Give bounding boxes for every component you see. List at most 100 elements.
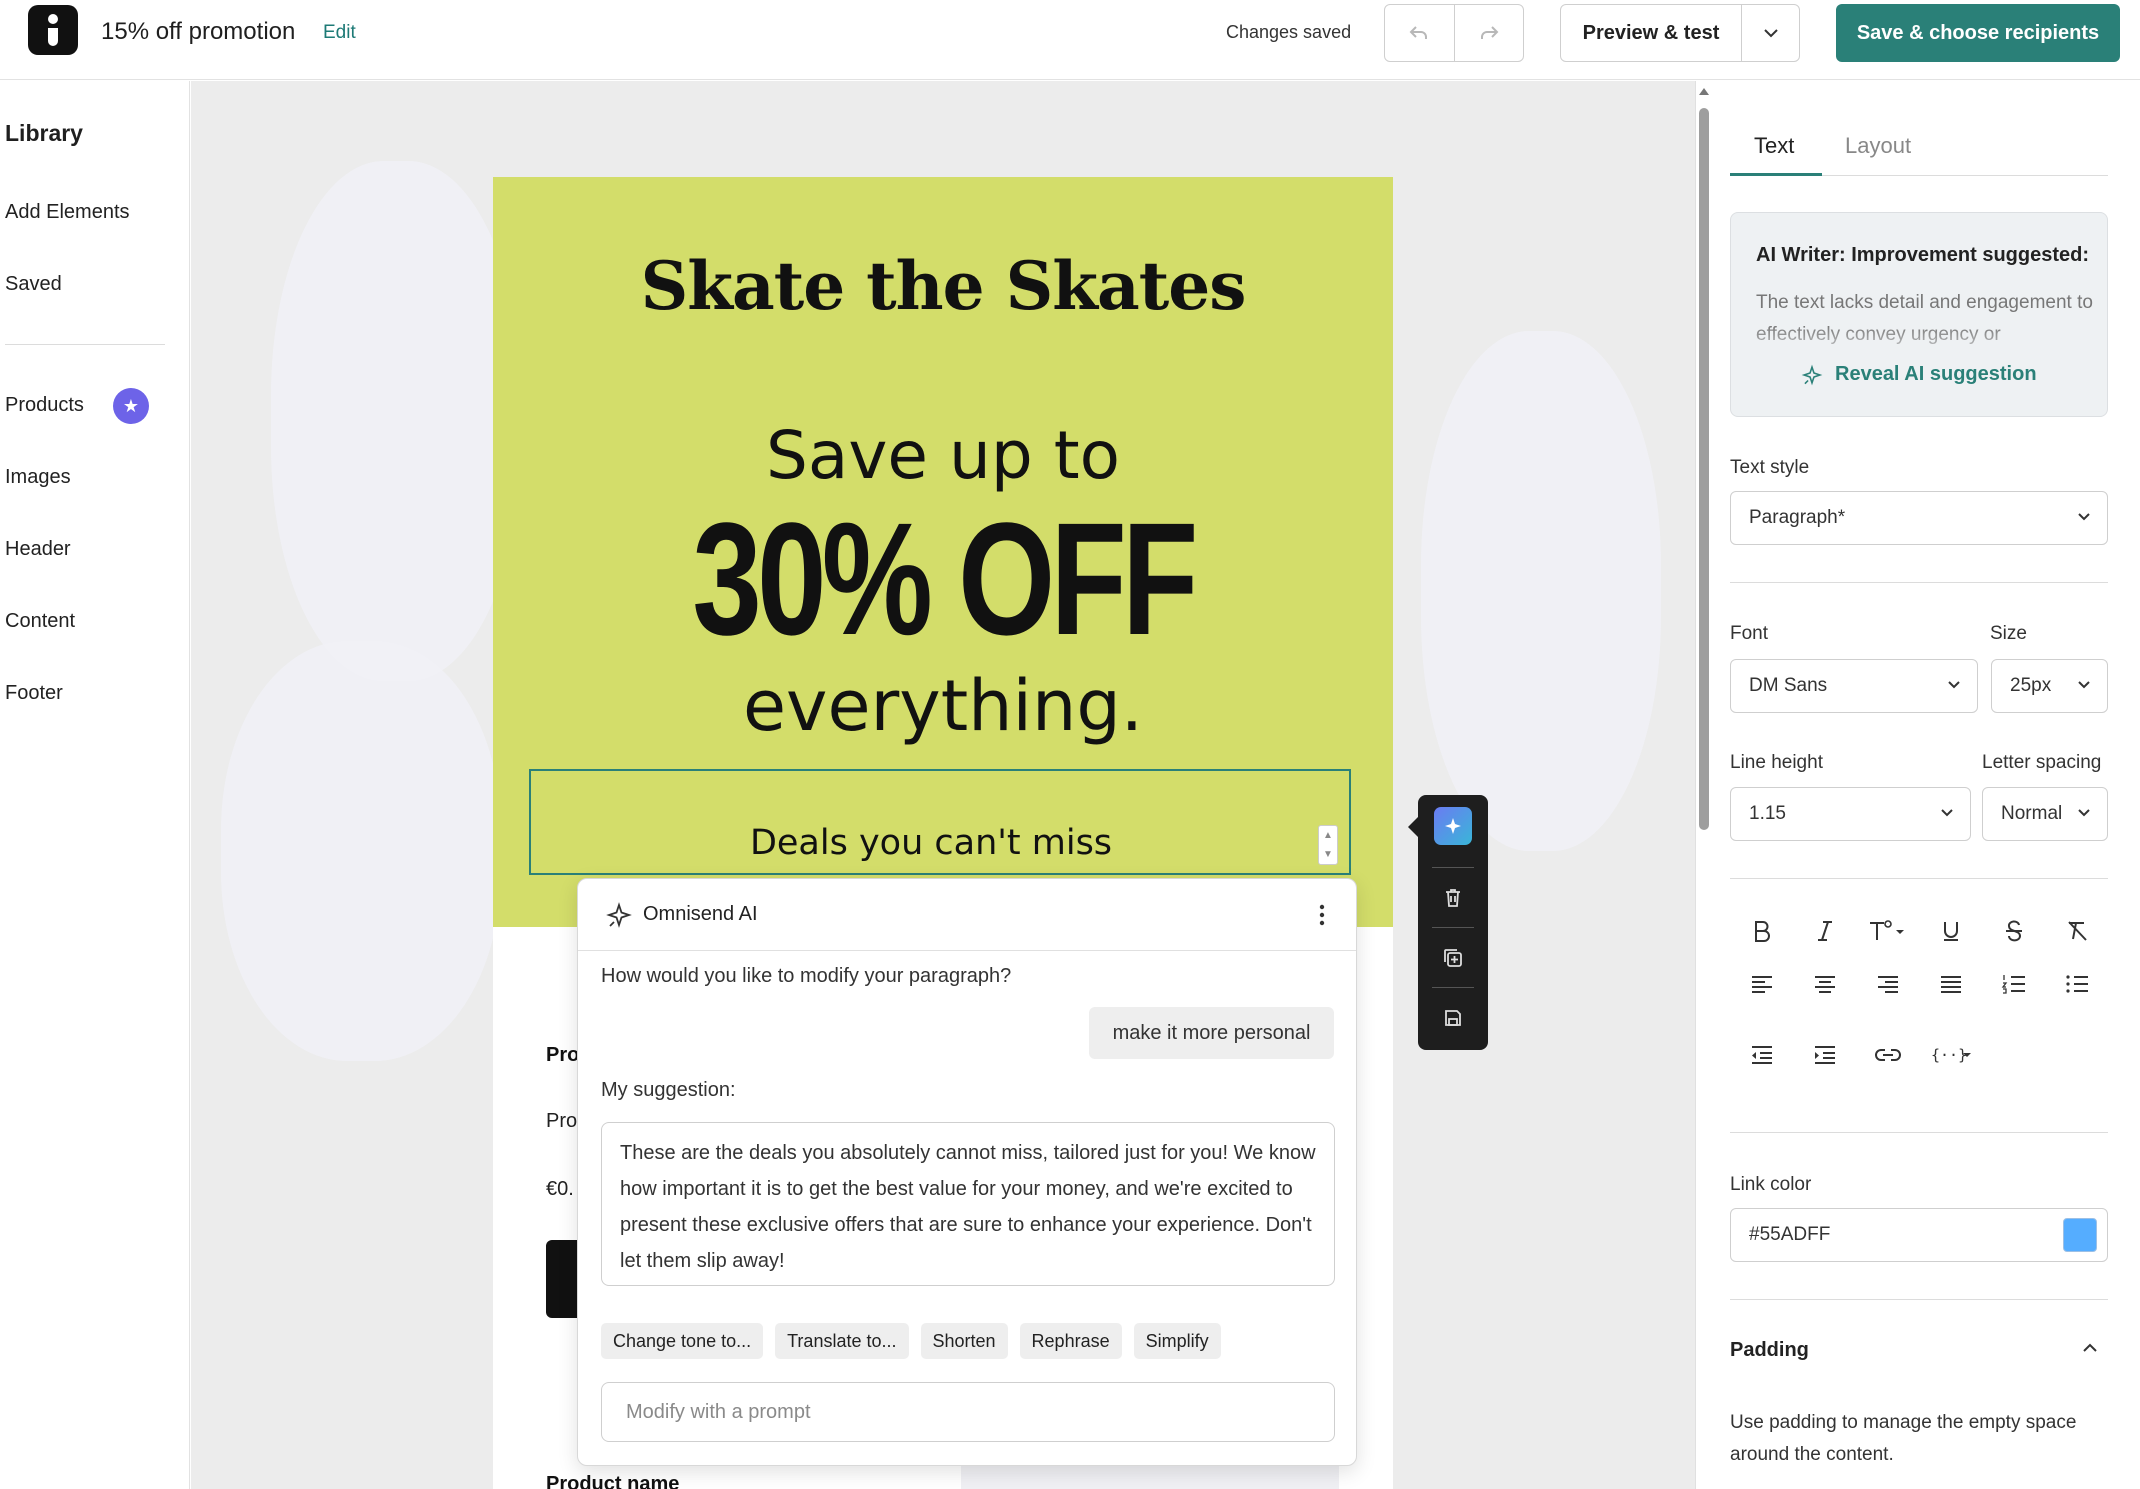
size-select[interactable]: 25px [1991,659,2108,713]
library-sidebar: Library Add Elements Saved Products ★ Im… [0,81,190,1489]
toolbar-divider [1432,927,1474,928]
change-tone-chip[interactable]: Change tone to... [601,1323,764,1359]
user-prompt-bubble: make it more personal [1089,1007,1334,1059]
preview-options-button[interactable] [1741,5,1799,61]
duplicate-block-button[interactable] [1433,938,1473,978]
more-options-icon[interactable] [1318,903,1326,927]
canvas-scrollbar-thumb[interactable] [1699,108,1709,830]
delete-block-button[interactable] [1433,878,1473,918]
paragraph-scroll-icon[interactable]: ▲ ▼ [1318,825,1338,865]
tab-layout[interactable]: Layout [1845,133,1911,159]
preview-test-button[interactable]: Preview & test [1561,5,1741,61]
hero-section[interactable]: Skate the Skates Save up to 30% OFF ever… [493,177,1393,927]
prompt-input[interactable] [601,1382,1335,1442]
campaign-title: 15% off promotion [101,18,296,45]
product-description[interactable]: Pro [546,1110,577,1133]
italic-button[interactable] [1793,911,1856,951]
strikethrough-button[interactable] [1982,911,2045,951]
clear-format-button[interactable] [2045,911,2108,951]
edit-title-link[interactable]: Edit [323,22,356,44]
link-color-input[interactable]: #55ADFF [1730,1208,2108,1262]
top-bar: 15% off promotion Edit Changes saved Pre… [0,0,2140,80]
sidebar-item-header[interactable]: Header [5,538,71,561]
align-center-button[interactable] [1793,964,1856,1004]
duplicate-icon [1444,949,1462,967]
hero-discount[interactable]: 30% OFF [592,499,1294,659]
underline-button[interactable] [1919,911,1982,951]
font-label: Font [1730,623,1769,644]
bold-button[interactable] [1730,911,1793,951]
letter-spacing-label: Letter spacing [1982,752,2102,773]
redo-button[interactable] [1453,5,1524,61]
ai-suggestion-text[interactable]: These are the deals you absolutely canno… [601,1122,1335,1286]
ai-assist-button[interactable] [1433,806,1473,846]
background-decoration [221,641,501,1061]
logo-stem [48,28,58,46]
tab-text[interactable]: Text [1754,133,1794,159]
strikethrough-icon [2005,920,2022,942]
outdent-button[interactable] [1730,1035,1793,1075]
ordered-list-icon [2001,975,2025,994]
omnisend-ai-panel: Omnisend AI How would you like to modify… [577,878,1357,1466]
scroll-up-arrow-icon[interactable] [1699,88,1709,95]
sidebar-item-footer[interactable]: Footer [5,682,63,705]
link-color-label: Link color [1730,1174,1812,1195]
product-name[interactable]: Product name [546,1473,679,1489]
selected-paragraph-block[interactable]: Deals you can't miss ▲ ▼ [529,769,1351,875]
letter-spacing-value: Normal [2001,803,2063,824]
hero-everything[interactable]: everything. [493,665,1393,747]
align-right-button[interactable] [1856,964,1919,1004]
link-color-swatch[interactable] [2063,1218,2097,1252]
letter-spacing-select[interactable]: Normal [1982,787,2108,841]
hero-title[interactable]: Skate the Skates [493,247,1393,325]
chevron-down-icon [2078,809,2090,817]
align-center-icon [1814,976,1835,993]
align-justify-button[interactable] [1919,964,1982,1004]
sidebar-item-saved[interactable]: Saved [5,273,62,296]
hero-save-line[interactable]: Save up to [493,417,1393,494]
text-style-select[interactable]: Paragraph* [1730,491,2108,545]
text-size-button[interactable] [1856,911,1919,951]
merge-tag-button[interactable]: {··} [1919,1035,1982,1075]
rephrase-chip[interactable]: Rephrase [1019,1323,1122,1359]
chevron-down-icon [1948,681,1960,689]
ai-sparkle-outline-icon [606,902,632,928]
padding-section-title[interactable]: Padding [1730,1339,1809,1362]
section-divider [1730,878,2108,879]
bold-icon [1754,921,1770,942]
preview-group: Preview & test [1560,4,1800,62]
sidebar-item-products[interactable]: Products [5,394,84,417]
translate-chip[interactable]: Translate to... [775,1323,909,1359]
section-divider [1730,582,2108,583]
ai-question: How would you like to modify your paragr… [601,965,1012,987]
ordered-list-button[interactable] [1982,964,2045,1004]
chevron-up-icon[interactable] [2082,1343,2098,1353]
product-price[interactable]: €0. [546,1178,574,1201]
font-select[interactable]: DM Sans [1730,659,1978,713]
link-button[interactable] [1856,1035,1919,1075]
logo-dot [48,14,58,24]
reveal-ai-suggestion-button[interactable]: Reveal AI suggestion [1801,363,2037,386]
sidebar-item-images[interactable]: Images [5,466,71,489]
undo-button[interactable] [1385,5,1454,61]
sidebar-item-add-elements[interactable]: Add Elements [5,201,130,224]
bullet-list-button[interactable] [2045,964,2108,1004]
line-height-select[interactable]: 1.15 [1730,787,1971,841]
selected-paragraph-text[interactable]: Deals you can't miss [531,823,1331,863]
save-choose-recipients-button[interactable]: Save & choose recipients [1836,4,2120,62]
save-block-button[interactable] [1433,998,1473,1038]
align-left-button[interactable] [1730,964,1793,1004]
simplify-chip[interactable]: Simplify [1133,1323,1221,1359]
section-divider [1730,1299,2108,1300]
shorten-chip[interactable]: Shorten [920,1323,1008,1359]
toolbar-divider [1432,987,1474,988]
properties-panel: Text Layout AI Writer: Improvement sugge… [1712,81,2140,1489]
app-logo[interactable] [28,5,78,55]
align-right-icon [1877,976,1898,993]
product-title[interactable]: Pro [546,1044,579,1067]
sidebar-item-content[interactable]: Content [5,610,75,633]
indent-button[interactable] [1793,1035,1856,1075]
suggestion-label: My suggestion: [601,1079,736,1101]
ai-writer-title: AI Writer: Improvement suggested: [1756,244,2090,266]
ai-panel-header: Omnisend AI [578,879,1356,951]
